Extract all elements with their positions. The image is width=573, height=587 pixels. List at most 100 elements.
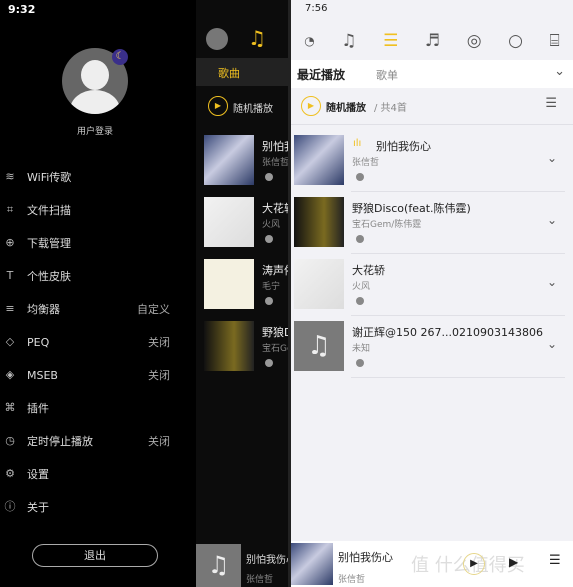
player-cover bbox=[291, 543, 333, 585]
song-title[interactable]: 大花轿 bbox=[262, 200, 288, 216]
song-artist: 宝石Gem/陈伟霆 bbox=[352, 220, 422, 230]
chevron-down-icon[interactable]: ⌄ bbox=[547, 213, 557, 227]
menu-value: 关闭 bbox=[148, 336, 170, 349]
menu-item[interactable]: ⚙ 设置 bbox=[0, 460, 196, 488]
song-title[interactable]: 涛声依旧 bbox=[262, 262, 288, 278]
status-time: 9:32 bbox=[8, 3, 36, 16]
night-mode-icon[interactable]: ☾ bbox=[112, 49, 128, 65]
menu-item[interactable]: ≡ 均衡器 自定义 bbox=[0, 295, 196, 323]
player-artist: 张信哲 bbox=[246, 575, 274, 585]
chevron-down-icon[interactable]: ⌄ bbox=[547, 275, 557, 289]
player-title: 别怕我伤心 bbox=[338, 551, 393, 564]
player-thumb[interactable]: ♫ bbox=[196, 544, 241, 587]
album-cover bbox=[294, 197, 344, 247]
timer-icon: ◷ bbox=[5, 434, 15, 447]
tab-playlist[interactable]: 歌单 bbox=[376, 67, 398, 83]
album-cover bbox=[294, 259, 344, 309]
disc-icon bbox=[356, 235, 364, 243]
album-cover[interactable] bbox=[204, 197, 254, 247]
shuffle-label[interactable]: 随机播放 bbox=[326, 99, 366, 114]
chevron-down-icon[interactable]: ⌄ bbox=[547, 151, 557, 165]
menu-label: 插件 bbox=[27, 402, 49, 415]
menu-label: 个性皮肤 bbox=[27, 270, 71, 283]
song-artist: 火风 bbox=[262, 220, 281, 230]
song-title: 别怕我伤心 bbox=[376, 140, 431, 153]
album-cover[interactable] bbox=[204, 259, 254, 309]
menu-item[interactable]: ◈ MSEB 关闭 bbox=[0, 361, 196, 389]
song-artist: 未知 bbox=[352, 344, 371, 354]
menu-item[interactable]: ⓘ 关于 bbox=[0, 493, 196, 521]
side-drawer: 9:32 ☾ 用户登录 ≋ WiFi传歌 ⌗ 文件扫描 ⊕ 下载管理 T 个性皮肤 ≡ 均衡器 自定… bbox=[0, 0, 196, 587]
download-icon: ⊕ bbox=[5, 236, 15, 249]
menu-label: 下载管理 bbox=[27, 237, 71, 250]
mseb-icon: ◈ bbox=[5, 368, 15, 381]
song-title: 野狼Disco(feat.陈伟霆) bbox=[352, 202, 471, 215]
song-artist: 张信哲 bbox=[352, 158, 380, 168]
shuffle-play-icon[interactable]: ▶ bbox=[208, 96, 228, 116]
shuffle-play-icon[interactable]: ▶ bbox=[301, 96, 321, 116]
search-icon[interactable]: ○ bbox=[508, 31, 523, 51]
menu-item[interactable]: ◷ 定时停止播放 关闭 bbox=[0, 427, 196, 455]
top-toolbar: ◔ ♫ ☰ ♬ ◎ ○ ⌸ bbox=[291, 24, 573, 58]
chevron-down-icon[interactable]: ⌄ bbox=[554, 64, 565, 79]
disc-icon bbox=[265, 359, 273, 367]
info-icon: ⓘ bbox=[4, 500, 16, 513]
song-artist: 宝石Gem bbox=[262, 344, 288, 354]
list-menu-icon[interactable]: ☰ bbox=[545, 96, 557, 111]
menu-item[interactable]: ≋ WiFi传歌 bbox=[0, 163, 196, 191]
album-cover bbox=[294, 135, 344, 185]
playlist-icon[interactable]: ☰ bbox=[383, 31, 398, 51]
song-library-dark: ♫ 歌曲 ▶ 随机播放 别怕我伤心 张信哲 大花轿 火风 涛声依旧 毛宁 野狼D… bbox=[196, 0, 288, 587]
music-note-icon[interactable]: ♫ bbox=[248, 26, 266, 50]
disc-icon bbox=[265, 173, 273, 181]
song-artist: 毛宁 bbox=[262, 282, 281, 292]
menu-item[interactable]: ◇ PEQ 关闭 bbox=[0, 328, 196, 356]
menu-label: 设置 bbox=[27, 468, 49, 481]
shirt-icon: T bbox=[6, 269, 14, 282]
disc-icon bbox=[356, 297, 364, 305]
album-cover[interactable] bbox=[204, 135, 254, 185]
queue-icon[interactable]: ☰ bbox=[549, 553, 561, 568]
menu-label: MSEB bbox=[27, 368, 58, 382]
menu-item[interactable]: T 个性皮肤 bbox=[0, 262, 196, 290]
playing-wave-icon: ılı bbox=[353, 138, 362, 149]
avatar-small[interactable] bbox=[206, 28, 228, 50]
menu-item[interactable]: ⌗ 文件扫描 bbox=[0, 196, 196, 224]
album-icon[interactable]: ♬ bbox=[425, 31, 440, 51]
menu-value: 关闭 bbox=[148, 435, 170, 448]
menu-item[interactable]: ⌘ 插件 bbox=[0, 394, 196, 422]
avatar-icon[interactable]: ◔ bbox=[304, 34, 314, 48]
song-library-light: 7:56 ◔ ♫ ☰ ♬ ◎ ○ ⌸ 最近播放 歌单 ⌄ ▶ 随机播放 / 共4… bbox=[291, 0, 573, 587]
song-artist: 火风 bbox=[352, 282, 371, 292]
player-artist: 张信哲 bbox=[338, 575, 366, 585]
menu-label: 均衡器 bbox=[27, 303, 60, 316]
music-note-icon[interactable]: ♫ bbox=[341, 31, 356, 51]
tab-recent[interactable]: 最近播放 bbox=[297, 66, 345, 83]
shuffle-label[interactable]: 随机播放 bbox=[233, 100, 273, 115]
scan-icon[interactable]: ⌸ bbox=[549, 31, 559, 51]
wifi-icon: ≋ bbox=[5, 170, 15, 183]
tab-songs[interactable]: 歌曲 bbox=[218, 65, 240, 81]
user-login-label[interactable]: 用户登录 bbox=[0, 124, 190, 137]
song-title[interactable]: 野狼Disco bbox=[262, 324, 288, 340]
status-time: 7:56 bbox=[305, 3, 328, 14]
next-icon[interactable]: ▶ bbox=[509, 555, 518, 569]
play-button[interactable]: ▶ bbox=[463, 553, 485, 575]
song-artist: 张信哲 bbox=[262, 158, 288, 168]
menu-item[interactable]: ⊕ 下载管理 bbox=[0, 229, 196, 257]
player-title: 别怕我伤心 bbox=[246, 555, 288, 566]
song-title[interactable]: 别怕我伤心 bbox=[262, 138, 288, 154]
album-cover[interactable] bbox=[204, 321, 254, 371]
plugin-icon: ⌘ bbox=[4, 401, 16, 414]
radio-icon[interactable]: ◎ bbox=[467, 31, 482, 51]
disc-icon bbox=[356, 359, 364, 367]
exit-button[interactable]: 退出 bbox=[32, 544, 158, 567]
menu-value: 关闭 bbox=[148, 369, 170, 382]
mini-player[interactable]: 别怕我伤心 张信哲 值 什么值得买 ▶ ▶ ☰ bbox=[291, 541, 573, 587]
gear-icon: ⚙ bbox=[5, 467, 15, 480]
menu-value: 自定义 bbox=[137, 303, 170, 316]
scan-icon: ⌗ bbox=[6, 203, 14, 216]
disc-icon bbox=[356, 173, 364, 181]
chevron-down-icon[interactable]: ⌄ bbox=[547, 337, 557, 351]
album-cover: ♫ bbox=[294, 321, 344, 371]
